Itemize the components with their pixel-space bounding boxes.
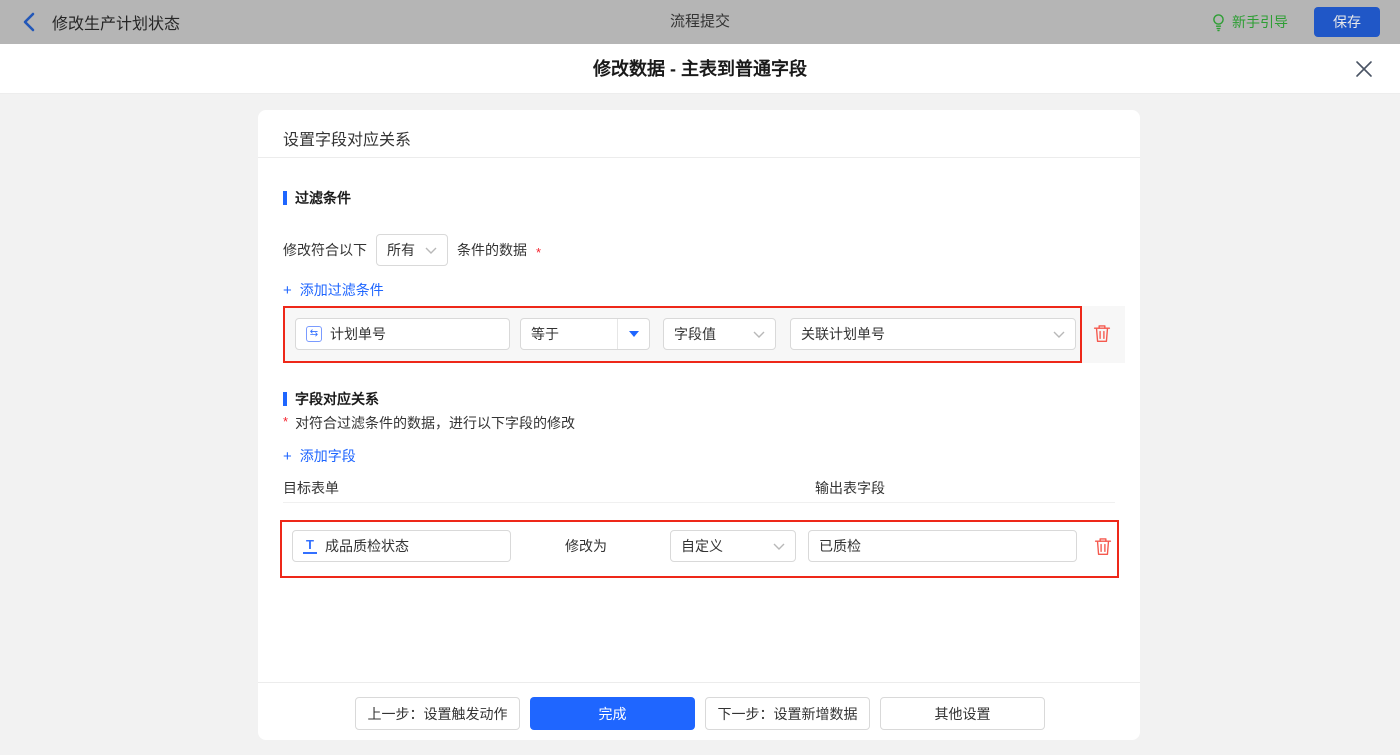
plus-icon: + xyxy=(283,448,292,465)
divider xyxy=(258,157,1140,158)
close-button[interactable] xyxy=(1354,59,1374,79)
done-button[interactable]: 完成 xyxy=(530,697,695,730)
match-mode-select[interactable]: 所有 xyxy=(376,234,448,266)
divider xyxy=(258,682,1140,683)
required-mark: * xyxy=(283,414,288,429)
chevron-down-icon xyxy=(773,543,785,550)
match-condition-line: 修改符合以下 所有 条件的数据 * xyxy=(283,234,541,266)
other-settings-button[interactable]: 其他设置 xyxy=(880,697,1045,730)
required-mark: * xyxy=(536,245,541,260)
section-marker xyxy=(283,191,287,205)
condition-value-select[interactable]: 关联计划单号 xyxy=(790,318,1076,350)
operator-caret-zone[interactable] xyxy=(617,319,649,349)
chevron-down-icon xyxy=(753,331,765,338)
next-step-button[interactable]: 下一步：设置新增数据 xyxy=(705,697,870,730)
custom-value-input[interactable]: 已质检 xyxy=(808,530,1077,562)
dialog-title: 修改数据 - 主表到普通字段 xyxy=(0,44,1400,94)
mapping-description: * 对符合过滤条件的数据，进行以下字段的修改 xyxy=(283,413,575,433)
footer-actions: 上一步：设置触发动作 完成 下一步：设置新增数据 其他设置 xyxy=(355,697,1045,730)
trash-icon xyxy=(1093,324,1111,343)
divider xyxy=(283,502,1115,503)
field-mapping-panel: 设置字段对应关系 过滤条件 修改符合以下 所有 条件的数据 * + 添加过滤条件… xyxy=(258,110,1140,740)
mapping-section-title: 字段对应关系 xyxy=(283,389,379,409)
condition-value-type-select[interactable]: 字段值 xyxy=(663,318,776,350)
mapping-value-type-select[interactable]: 自定义 xyxy=(670,530,796,562)
match-suffix-label: 条件的数据 xyxy=(457,240,527,260)
lightbulb-icon xyxy=(1211,13,1226,32)
prev-step-button[interactable]: 上一步：设置触发动作 xyxy=(355,697,520,730)
chevron-down-icon xyxy=(425,247,437,254)
modify-to-label: 修改为 xyxy=(565,530,607,562)
trash-icon xyxy=(1094,537,1112,556)
save-button[interactable]: 保存 xyxy=(1314,7,1380,37)
plus-icon: + xyxy=(283,282,292,299)
dialog-header: 修改数据 - 主表到普通字段 xyxy=(0,44,1400,94)
condition-operator-select[interactable]: 等于 xyxy=(520,318,650,350)
text-field-icon: T xyxy=(303,538,317,554)
top-navigation-bar: 修改生产计划状态 流程提交 新手引导 保存 xyxy=(0,0,1400,44)
filter-section-title: 过滤条件 xyxy=(283,188,351,208)
condition-field-select[interactable]: ⇆ 计划单号 xyxy=(295,318,510,350)
serial-number-field-icon: ⇆ xyxy=(306,326,322,342)
target-field-select[interactable]: T 成品质检状态 xyxy=(292,530,511,562)
beginner-guide-link[interactable]: 新手引导 xyxy=(1211,12,1288,32)
output-field-column-header: 输出表字段 xyxy=(815,478,885,498)
chevron-down-icon xyxy=(1053,331,1065,338)
match-prefix-label: 修改符合以下 xyxy=(283,240,367,260)
beginner-guide-label: 新手引导 xyxy=(1232,12,1288,32)
add-filter-condition-link[interactable]: + 添加过滤条件 xyxy=(283,280,384,300)
delete-mapping-button[interactable] xyxy=(1094,537,1112,556)
close-icon xyxy=(1355,60,1373,78)
add-field-link[interactable]: + 添加字段 xyxy=(283,446,356,466)
target-form-column-header: 目标表单 xyxy=(283,478,339,498)
panel-title: 设置字段对应关系 xyxy=(283,126,411,150)
delete-condition-button[interactable] xyxy=(1093,324,1111,343)
section-marker xyxy=(283,392,287,406)
caret-down-icon xyxy=(629,331,639,337)
flow-submit-title: 流程提交 xyxy=(0,0,1400,44)
